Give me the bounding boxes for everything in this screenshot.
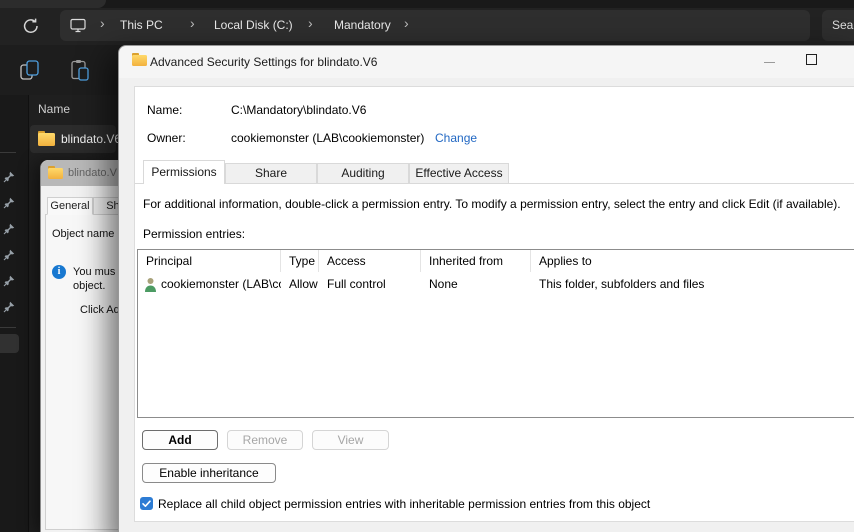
cell-principal: cookiemonster (LAB\cookiemo...	[138, 277, 281, 292]
object-name-label: Object name	[52, 228, 115, 240]
info-icon: i	[52, 265, 66, 279]
enable-inheritance-button[interactable]: Enable inheritance	[142, 463, 276, 483]
permission-entries-label: Permission entries:	[143, 227, 246, 241]
tab-share[interactable]: Share	[225, 163, 317, 184]
column-header-inherited-from[interactable]: Inherited from	[421, 250, 531, 272]
cell-inherited-from: None	[429, 277, 458, 291]
pushpin-icon	[3, 171, 15, 183]
dialog-content-panel: Name: C:\Mandatory\blindato.V6 Owner: co…	[134, 86, 854, 522]
explorer-toolbar: This PC Local Disk (C:) Mandatory Sea	[0, 8, 854, 45]
folder-icon	[38, 131, 55, 146]
tab-sharing[interactable]: Sha	[93, 197, 119, 215]
replace-permissions-label: Replace all child object permission entr…	[158, 497, 651, 511]
tab-effective-access[interactable]: Effective Access	[409, 163, 509, 184]
advanced-security-settings-dialog: Advanced Security Settings for blindato.…	[118, 45, 854, 532]
folder-icon	[48, 166, 63, 179]
chevron-right-icon	[190, 15, 195, 31]
chevron-right-icon	[404, 15, 409, 31]
explorer-active-tab[interactable]	[0, 0, 106, 8]
screen: This PC Local Disk (C:) Mandatory Sea	[0, 0, 854, 532]
cell-access: Full control	[327, 277, 386, 291]
explorer-tab-strip	[0, 0, 854, 8]
copy-icon	[20, 60, 39, 80]
folder-icon	[132, 53, 147, 66]
breadcrumb-this-pc[interactable]: This PC	[120, 18, 163, 32]
column-header-name[interactable]: Name	[38, 102, 70, 116]
refresh-icon	[23, 18, 38, 34]
paste-button[interactable]	[70, 59, 90, 81]
dialog-title-bar[interactable]: Advanced Security Settings for blindato.…	[119, 46, 854, 78]
search-placeholder: Sea	[832, 18, 854, 32]
refresh-button[interactable]	[21, 16, 41, 36]
tab-auditing[interactable]: Auditing	[317, 163, 409, 184]
search-box[interactable]: Sea	[822, 10, 854, 41]
pushpin-icon	[3, 249, 15, 261]
chevron-right-icon	[308, 15, 313, 31]
chevron-right-icon	[100, 15, 105, 31]
owner-label: Owner:	[147, 131, 186, 145]
breadcrumb-local-disk[interactable]: Local Disk (C:)	[214, 18, 293, 32]
cell-applies-to: This folder, subfolders and files	[539, 277, 705, 291]
view-button[interactable]: View	[312, 430, 389, 450]
remove-button[interactable]: Remove	[227, 430, 303, 450]
change-owner-link[interactable]: Change	[435, 131, 477, 145]
owner-value: cookiemonster (LAB\cookiemonster)	[231, 131, 425, 145]
this-pc-icon	[70, 18, 86, 33]
breadcrumb-mandatory[interactable]: Mandatory	[334, 18, 391, 32]
add-button[interactable]: Add	[142, 430, 218, 450]
info-text-line1: You mus	[73, 266, 116, 278]
column-header-access[interactable]: Access	[319, 250, 421, 272]
minimize-button[interactable]	[759, 58, 781, 76]
replace-permissions-checkbox[interactable]	[140, 497, 153, 510]
nav-item-highlight[interactable]	[0, 334, 19, 353]
column-header-type[interactable]: Type	[281, 250, 319, 272]
paste-icon	[71, 60, 89, 81]
cell-type: Allow	[289, 277, 318, 291]
properties-tab-page: Object name i You mus object. Click Ad	[45, 214, 119, 530]
dialog-title: Advanced Security Settings for blindato.…	[150, 55, 378, 69]
address-bar[interactable]: This PC Local Disk (C:) Mandatory	[60, 10, 810, 41]
tab-permissions[interactable]: Permissions	[143, 160, 225, 184]
permission-entries-table: Principal Type Access Inherited from App…	[137, 249, 854, 418]
info-text-line3: Click Ad	[80, 304, 119, 316]
user-icon	[145, 277, 156, 292]
navigation-pane	[0, 95, 29, 532]
check-icon	[142, 500, 151, 507]
maximize-button[interactable]	[801, 53, 823, 71]
pushpin-icon	[3, 223, 15, 235]
column-header-applies-to[interactable]: Applies to	[531, 250, 854, 272]
tab-general[interactable]: General	[47, 197, 93, 215]
properties-title-bar[interactable]: blindato.V	[41, 160, 119, 186]
file-row-selected[interactable]: blindato.V6	[30, 125, 121, 153]
name-value: C:\Mandatory\blindato.V6	[231, 103, 367, 117]
table-row[interactable]: cookiemonster (LAB\cookiemo... Allow Ful…	[138, 274, 854, 294]
properties-title: blindato.V	[68, 167, 117, 179]
nav-divider	[0, 327, 16, 328]
pushpin-icon	[3, 197, 15, 209]
pushpin-icon	[3, 275, 15, 287]
info-text-line2: object.	[73, 280, 106, 292]
table-header: Principal Type Access Inherited from App…	[138, 250, 854, 272]
properties-dialog: blindato.V General Sha Object name i You…	[40, 160, 119, 532]
dialog-tab-strip: Permissions Share Auditing Effective Acc…	[135, 160, 854, 184]
permissions-description: For additional information, double-click…	[143, 197, 841, 211]
copy-button[interactable]	[20, 60, 40, 82]
file-name: blindato.V6	[61, 132, 122, 146]
column-header-principal[interactable]: Principal	[138, 250, 281, 272]
name-label: Name:	[147, 103, 183, 117]
pushpin-icon	[3, 301, 15, 313]
nav-divider	[0, 152, 16, 153]
